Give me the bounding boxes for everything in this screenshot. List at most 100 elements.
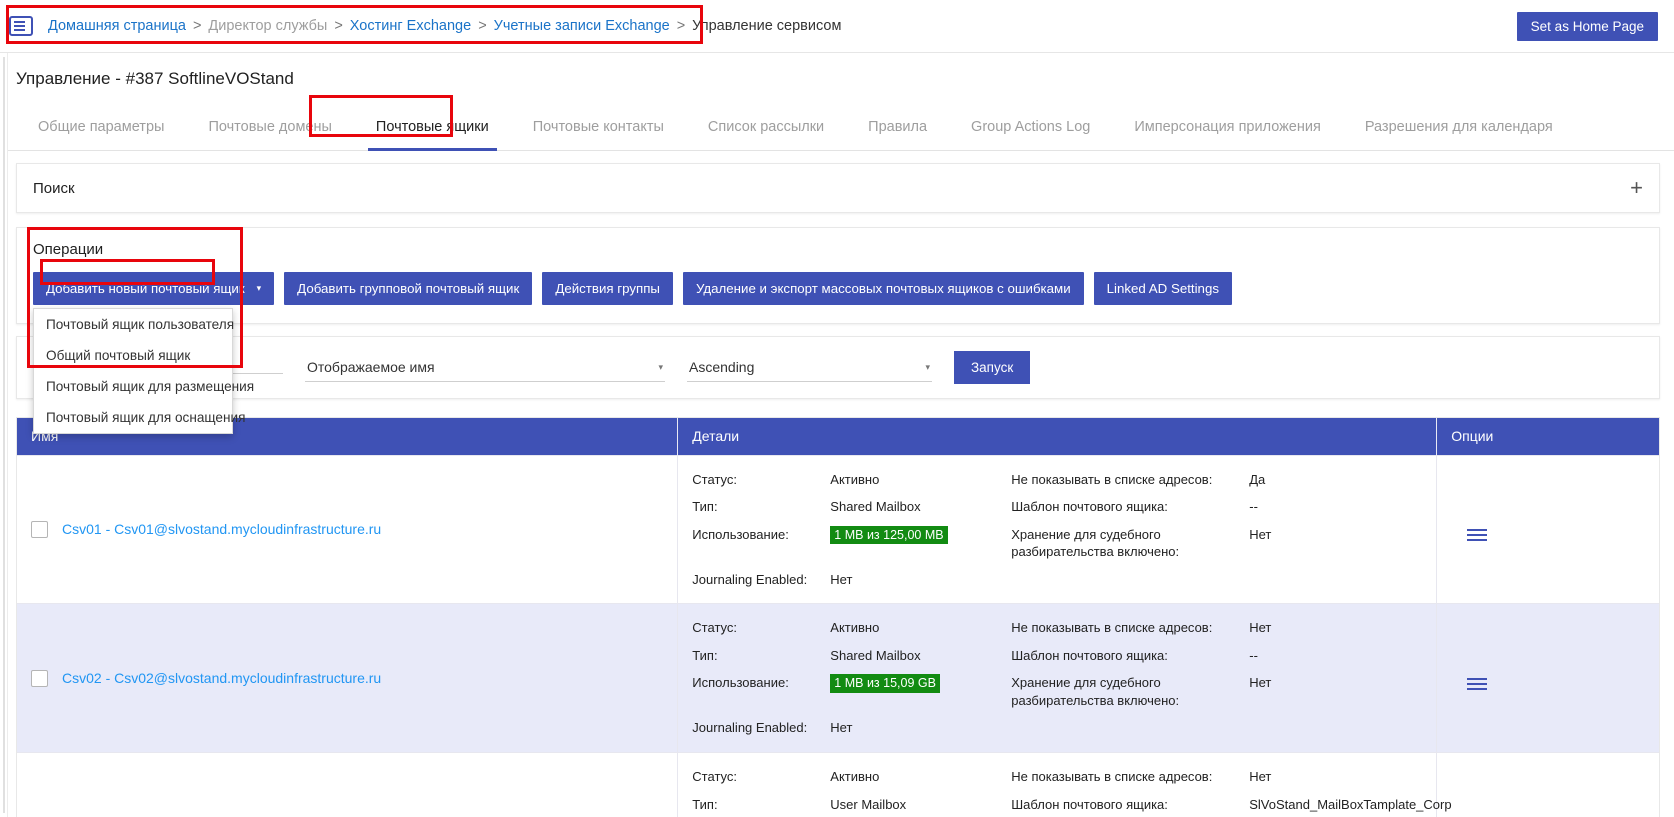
table-header-row: Имя Детали Опции	[17, 418, 1659, 455]
usage-badge: 1 MB из 125,00 MB	[830, 525, 948, 545]
tab-mail-domains[interactable]: Почтовые домены	[186, 103, 353, 151]
plus-icon[interactable]: +	[1630, 177, 1643, 199]
hamburger-options-icon[interactable]	[1467, 528, 1488, 541]
tab-general-parameters[interactable]: Общие параметры	[16, 103, 186, 151]
label-status: Статус:	[692, 620, 738, 636]
value-type: User Mailbox	[830, 796, 907, 812]
value-journaling: Нет	[830, 571, 853, 587]
chevron-down-icon: ▾	[925, 361, 930, 372]
cell-options	[1436, 751, 1659, 817]
search-panel: Поиск +	[16, 163, 1660, 213]
set-as-home-page-button[interactable]: Set as Home Page	[1516, 12, 1658, 41]
add-mailbox-dropdown-menu: Почтовый ящик пользователя Общий почтовы…	[33, 308, 254, 434]
menu-item-user-mailbox[interactable]: Почтовый ящик пользователя	[34, 309, 234, 340]
sort-order-select[interactable]: Ascending ▾	[687, 353, 932, 382]
menu-item-room-mailbox[interactable]: Почтовый ящик для размещения	[34, 371, 254, 402]
cell-options	[1436, 603, 1659, 753]
table-row: Disclaimer Signature Test - DisclaimerSi…	[17, 751, 1659, 817]
mailbox-link[interactable]: Csv02 - Csv02@slvostand.mycloudinfrastru…	[62, 670, 381, 686]
breadcrumb: Домашняя страница > Директор службы > Хо…	[48, 18, 841, 34]
tab-mail-contacts[interactable]: Почтовые контакты	[511, 103, 686, 151]
value-type: Shared Mailbox	[830, 499, 921, 515]
chevron-down-icon: ▾	[256, 283, 262, 293]
tab-rules[interactable]: Правила	[846, 103, 949, 151]
tab-mailboxes[interactable]: Почтовые ящики	[354, 103, 511, 151]
operations-panel: Операции Добавить новый почтовый ящик ▾ …	[16, 227, 1660, 434]
add-group-mailbox-button[interactable]: Добавить групповой почтовый ящик	[284, 272, 533, 305]
cell-details: Статус: Активно Не показывать в списке а…	[677, 603, 1438, 753]
operations-title: Операции	[33, 241, 104, 258]
value-litigation-hold: Нет	[1249, 675, 1272, 691]
tab-label: Почтовые контакты	[532, 119, 664, 135]
tab-group-actions-log[interactable]: Group Actions Log	[949, 103, 1112, 151]
label-status: Статус:	[692, 471, 738, 487]
page-title: Управление - #387 SoftlineVOStand	[16, 69, 294, 88]
breadcrumb-item-service-management: Управление сервисом	[692, 18, 842, 34]
tab-distribution-list[interactable]: Список рассылки	[686, 103, 846, 151]
label-hide-from-address-list: Не показывать в списке адресов:	[1011, 768, 1213, 784]
group-actions-button[interactable]: Действия группы	[542, 272, 673, 305]
value-usage: 1 MB из 15,09 GB	[830, 669, 1003, 698]
mailboxes-table-wrapper: Имя Детали Опции Csv01 - Csv01@slvostand…	[16, 417, 1660, 817]
bulk-delete-export-button[interactable]: Удаление и экспорт массовых почтовых ящи…	[682, 272, 1084, 305]
breadcrumb-item-exchange-accounts[interactable]: Учетные записи Exchange	[494, 18, 670, 34]
column-header-details: Детали	[677, 418, 1438, 455]
row-checkbox[interactable]	[31, 669, 48, 687]
column-header-options: Опции	[1436, 418, 1659, 455]
value-type: Shared Mailbox	[830, 647, 921, 663]
label-journaling: Journaling Enabled:	[692, 720, 808, 736]
value-hide-from-address-list: Да	[1249, 471, 1266, 487]
sort-filter-panel: Отображаемое имя ▾ Ascending ▾ Запуск	[16, 336, 1660, 399]
value-mailbox-template: SlVoStand_MailBoxTamplate_Corp 15GB	[1249, 796, 1452, 817]
value-mailbox-template: --	[1249, 499, 1258, 515]
run-button[interactable]: Запуск	[954, 351, 1031, 384]
label-litigation-hold: Хранение для судебного разбирательства в…	[1011, 526, 1180, 560]
label-usage: Использование:	[692, 526, 789, 542]
linked-ad-settings-button[interactable]: Linked AD Settings	[1093, 272, 1232, 305]
cell-name: Csv02 - Csv02@slvostand.mycloudinfrastru…	[17, 603, 679, 753]
label-hide-from-address-list: Не показывать в списке адресов:	[1011, 471, 1213, 487]
tab-calendar-permissions[interactable]: Разрешения для календаря	[1343, 103, 1575, 151]
breadcrumb-item-home[interactable]: Домашняя страница	[48, 18, 186, 34]
value-mailbox-template: --	[1249, 647, 1258, 663]
breadcrumb-separator: >	[334, 18, 343, 34]
tab-label: Разрешения для календаря	[1364, 119, 1553, 135]
menu-item-shared-mailbox[interactable]: Общий почтовый ящик	[34, 340, 232, 371]
tab-label: Имперсонация приложения	[1134, 119, 1321, 135]
value-status: Активно	[830, 471, 880, 487]
label-hide-from-address-list: Не показывать в списке адресов:	[1011, 620, 1213, 636]
mailbox-link[interactable]: Csv01 - Csv01@slvostand.mycloudinfrastru…	[62, 521, 381, 537]
sort-field-select[interactable]: Отображаемое имя ▾	[305, 353, 665, 382]
row-checkbox[interactable]	[31, 520, 48, 538]
table-row: Csv01 - Csv01@slvostand.mycloudinfrastru…	[17, 454, 1659, 604]
breadcrumb-item-hosting-exchange[interactable]: Хостинг Exchange	[350, 18, 471, 34]
breadcrumb-item-service-director[interactable]: Директор службы	[208, 18, 327, 34]
menu-item-equipment-mailbox[interactable]: Почтовый ящик для оснащения	[34, 402, 245, 433]
hamburger-options-icon[interactable]	[1467, 677, 1488, 690]
cell-name: Disclaimer Signature Test - DisclaimerSi…	[17, 751, 679, 817]
value-status: Активно	[830, 620, 880, 636]
tab-label: Group Actions Log	[971, 119, 1091, 135]
hamburger-menu-icon[interactable]	[8, 13, 34, 39]
table-row: Csv02 - Csv02@slvostand.mycloudinfrastru…	[17, 603, 1659, 753]
tab-label: Правила	[868, 119, 928, 135]
tab-label: Общие параметры	[38, 119, 165, 135]
value-journaling: Нет	[830, 720, 853, 736]
usage-badge: 1 MB из 15,09 GB	[830, 674, 940, 694]
label-mailbox-template: Шаблон почтового ящика:	[1011, 647, 1168, 663]
value-litigation-hold: Нет	[1249, 526, 1272, 542]
cell-options	[1436, 454, 1659, 604]
value-usage: 1 MB из 125,00 MB	[830, 521, 1003, 550]
tab-label: Почтовые домены	[208, 119, 332, 135]
cell-details: Статус: Активно Не показывать в списке а…	[677, 751, 1452, 817]
label-mailbox-template: Шаблон почтового ящика:	[1011, 499, 1168, 515]
top-bar: Домашняя страница > Директор службы > Хо…	[0, 0, 1674, 53]
tab-bar: Общие параметры Почтовые домены Почтовые…	[0, 103, 1674, 151]
breadcrumb-separator: >	[478, 18, 487, 34]
sort-field-value: Отображаемое имя	[307, 359, 435, 375]
cell-details: Статус: Активно Не показывать в списке а…	[677, 454, 1438, 604]
add-new-mailbox-button[interactable]: Добавить новый почтовый ящик ▾	[33, 272, 275, 305]
tab-app-impersonation[interactable]: Имперсонация приложения	[1112, 103, 1342, 151]
label-usage: Использование:	[692, 675, 789, 691]
search-panel-title: Поиск	[33, 179, 75, 197]
